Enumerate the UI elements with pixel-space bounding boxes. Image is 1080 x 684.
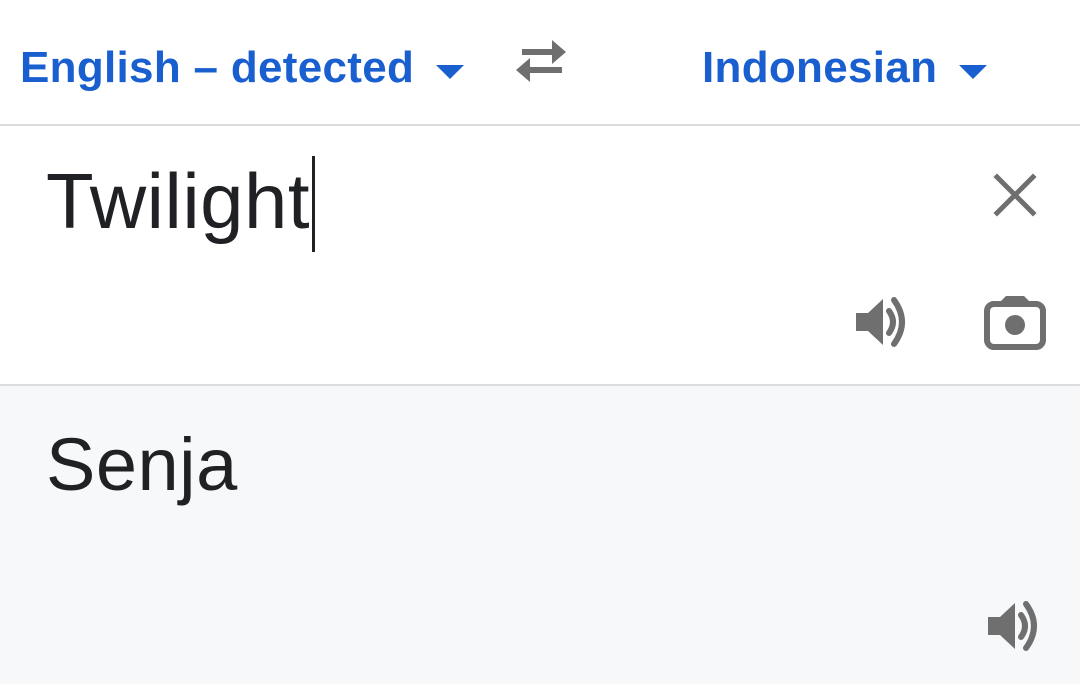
source-text-input[interactable]: Twilight (46, 156, 316, 252)
source-text-value: Twilight (46, 157, 311, 245)
language-bar: English – detected Indonesian (0, 0, 1080, 126)
translation-result: Senja (46, 423, 238, 506)
caret-down-icon (436, 65, 465, 79)
listen-source-button[interactable] (852, 294, 914, 350)
source-language-label: English – detected (20, 43, 415, 92)
camera-icon (984, 296, 1046, 350)
text-cursor (312, 156, 316, 252)
volume-icon (856, 297, 905, 347)
swap-languages-button[interactable] (508, 32, 574, 88)
source-language-button[interactable]: English – detected (20, 38, 465, 98)
source-panel: Twilight (0, 126, 1080, 386)
target-language-button[interactable]: Indonesian (702, 38, 988, 98)
translate-page: English – detected Indonesian Twilight S… (0, 0, 1080, 684)
caret-down-icon (959, 65, 988, 79)
listen-translation-button[interactable] (984, 598, 1046, 654)
swap-arrows-icon (516, 40, 566, 82)
close-icon (993, 173, 1037, 217)
target-language-label: Indonesian (702, 43, 938, 92)
volume-icon (988, 601, 1037, 651)
camera-button[interactable] (982, 294, 1048, 352)
result-panel: Senja (0, 386, 1080, 684)
clear-text-button[interactable] (990, 170, 1040, 220)
